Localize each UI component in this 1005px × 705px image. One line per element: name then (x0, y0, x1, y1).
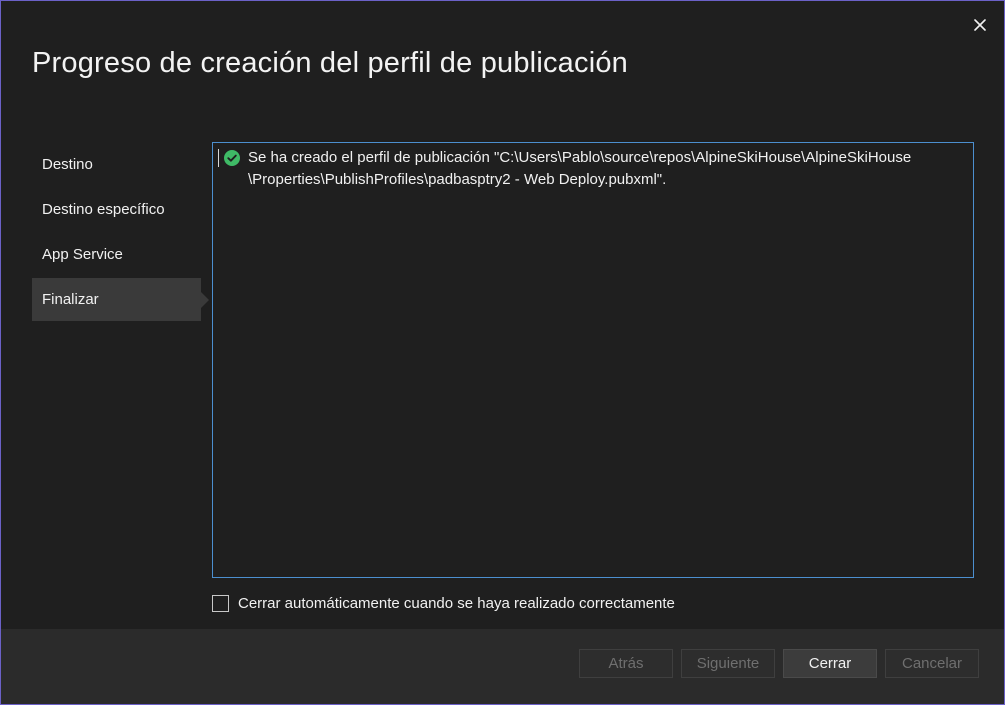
auto-close-label: Cerrar automáticamente cuando se haya re… (238, 595, 675, 612)
close-dialog-button[interactable]: Cerrar (783, 649, 877, 678)
nav-item-destino-especifico[interactable]: Destino específico (32, 188, 201, 231)
nav-item-finalizar[interactable]: Finalizar (32, 278, 209, 321)
close-button[interactable] (968, 13, 992, 37)
cancel-button[interactable]: Cancelar (885, 649, 979, 678)
nav-item-label: Destino específico (42, 201, 165, 218)
log-entry: Se ha creado el perfil de publicación "C… (224, 149, 954, 191)
progress-log-panel[interactable]: Se ha creado el perfil de publicación "C… (212, 142, 974, 578)
auto-close-option[interactable]: Cerrar automáticamente cuando se haya re… (212, 595, 675, 612)
next-button[interactable]: Siguiente (681, 649, 775, 678)
dialog-title: Progreso de creación del perfil de publi… (32, 47, 628, 79)
nav-item-app-service[interactable]: App Service (32, 233, 201, 276)
nav-item-destino[interactable]: Destino (32, 143, 201, 186)
check-circle-icon (224, 150, 240, 166)
publish-profile-dialog: Progreso de creación del perfil de publi… (0, 0, 1005, 705)
close-icon (974, 19, 986, 31)
wizard-navigation: Destino Destino específico App Service F… (32, 143, 209, 323)
text-caret (218, 149, 219, 167)
nav-item-label: Destino (42, 156, 93, 173)
auto-close-checkbox[interactable] (212, 595, 229, 612)
dialog-footer: Atrás Siguiente Cerrar Cancelar (1, 629, 1004, 704)
nav-item-label: Finalizar (42, 291, 99, 308)
log-message: Se ha creado el perfil de publicación "C… (248, 149, 912, 188)
back-button[interactable]: Atrás (579, 649, 673, 678)
nav-item-label: App Service (42, 246, 123, 263)
